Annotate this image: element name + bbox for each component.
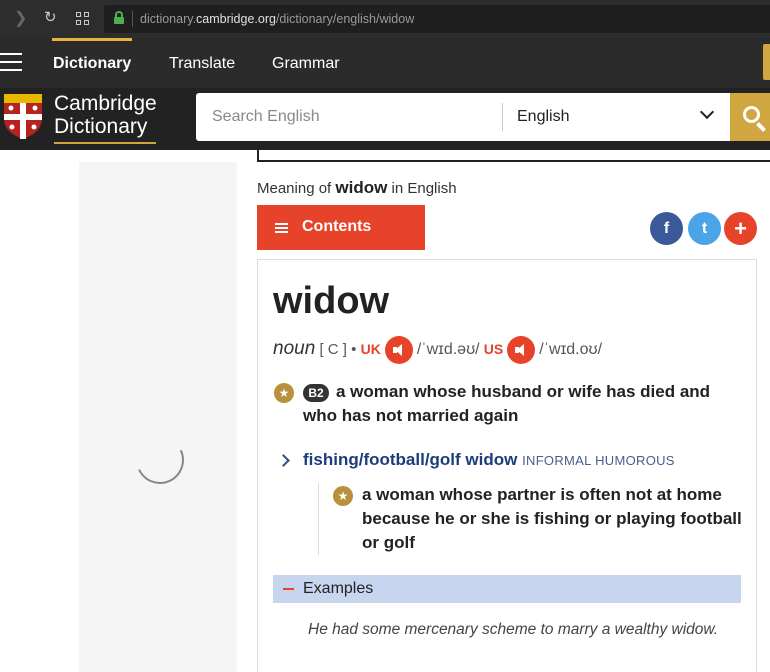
content-top-border [257,144,770,162]
idiom-phrase[interactable]: fishing/football/golf widow INFORMAL HUM… [303,450,675,470]
uk-audio-icon[interactable] [384,336,413,364]
nav-item-dictionary[interactable]: Dictionary [53,55,131,73]
search-placeholder: Search English [212,108,320,125]
url-text: dictionary.cambridge.org/dictionary/engl… [140,12,415,26]
language-select[interactable]: English [517,108,569,126]
uk-label: UK [360,340,381,357]
example-sentence: He had some mercenary scheme to marry a … [308,621,719,638]
search-icon [743,106,760,123]
star-icon[interactable]: ★ [274,383,294,403]
site-nav: Dictionary Translate Grammar [0,38,770,88]
search-button[interactable] [730,93,770,141]
meaning-heading: Meaning of widow in English [257,178,457,197]
part-of-speech: noun [273,337,316,359]
collapse-icon [283,588,294,590]
list-icon [275,223,288,233]
address-bar[interactable]: dictionary.cambridge.org/dictionary/engl… [104,5,770,33]
more-share-icon[interactable]: + [724,212,757,245]
star-icon[interactable]: ★ [333,486,353,506]
register-label: INFORMAL HUMOROUS [522,453,675,468]
reload-icon[interactable]: ↻ [44,8,57,26]
contents-button[interactable]: Contents [257,205,425,250]
back-icon[interactable]: ❯ [14,8,27,28]
us-label: US [483,340,504,357]
apps-icon[interactable] [76,12,90,26]
uk-pronunciation: /ˈwɪd.əʊ/ [416,340,480,358]
facebook-share-icon[interactable]: f [650,212,683,245]
examples-toggle[interactable]: Examples [273,575,741,603]
nav-item-grammar[interactable]: Grammar [272,55,340,73]
ad-panel [79,162,237,672]
us-pronunciation: /ˈwɪd.oʊ/ [539,340,603,358]
browser-toolbar: ❯ ↻ dictionary.cambridge.org/dictionary/… [0,0,770,38]
level-badge[interactable]: B2 [303,384,329,402]
nav-right-button[interactable] [763,44,770,80]
grammar-code: [ C ] [319,340,347,358]
headword: widow [273,280,390,322]
site-header: Cambridge Dictionary Search English Engl… [0,88,770,150]
active-tab-indicator [52,38,132,41]
idiom-definition: a woman whose partner is often not at ho… [362,485,742,552]
chevron-down-icon[interactable] [699,104,715,120]
us-audio-icon[interactable] [507,336,536,364]
site-logo[interactable]: Cambridge Dictionary [54,92,157,138]
nav-item-translate[interactable]: Translate [169,55,235,73]
pronunciation-line: noun [ C ] • UK/ˈwɪd.əʊ/ US/ˈwɪd.oʊ/ [273,336,603,364]
definition: a woman whose husband or wife has died a… [303,382,711,425]
cambridge-crest-icon[interactable] [2,92,44,140]
lock-icon [114,11,124,24]
menu-icon[interactable] [0,53,22,71]
search-input[interactable]: Search English English [196,93,730,141]
twitter-share-icon[interactable]: t [688,212,721,245]
